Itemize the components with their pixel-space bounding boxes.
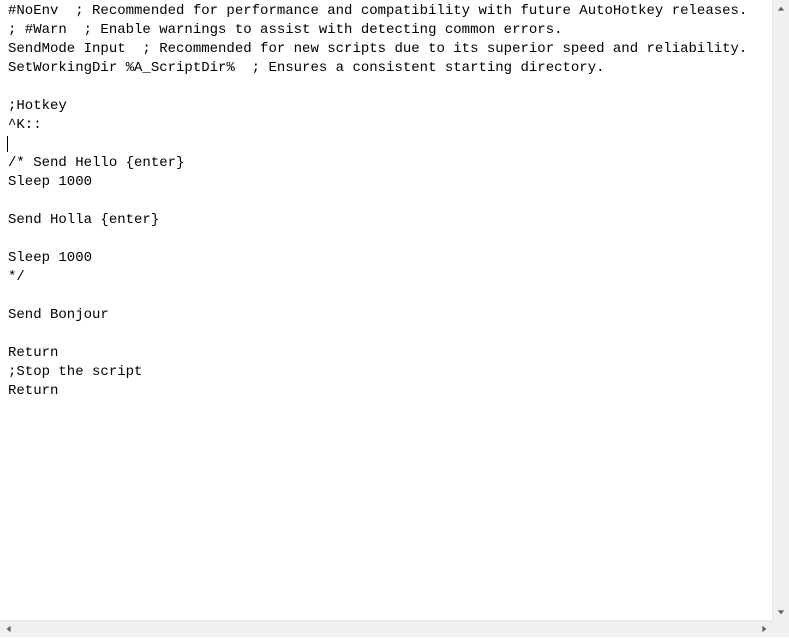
code-line: Send Bonjour bbox=[8, 306, 781, 325]
code-line: ;Hotkey bbox=[8, 97, 781, 116]
code-line: /* Send Hello {enter} bbox=[8, 154, 781, 173]
scroll-down-arrow-icon[interactable] bbox=[773, 603, 789, 620]
code-line bbox=[8, 287, 781, 306]
code-line: Return bbox=[8, 344, 781, 363]
code-line: ;Stop the script bbox=[8, 363, 781, 382]
text-cursor bbox=[7, 136, 8, 152]
code-line: Return bbox=[8, 382, 781, 401]
code-line bbox=[8, 325, 781, 344]
scroll-left-arrow-icon[interactable] bbox=[0, 621, 17, 638]
code-line bbox=[8, 230, 781, 249]
code-line: SetWorkingDir %A_ScriptDir% ; Ensures a … bbox=[8, 59, 781, 78]
vertical-scrollbar[interactable] bbox=[772, 0, 789, 620]
editor-container: #NoEnv ; Recommended for performance and… bbox=[0, 0, 789, 637]
code-line: Send Holla {enter} bbox=[8, 211, 781, 230]
code-editor[interactable]: #NoEnv ; Recommended for performance and… bbox=[0, 0, 789, 637]
code-line: */ bbox=[8, 268, 781, 287]
code-line bbox=[8, 135, 781, 154]
code-line: SendMode Input ; Recommended for new scr… bbox=[8, 40, 781, 59]
horizontal-scrollbar[interactable] bbox=[0, 620, 772, 637]
code-line: ; #Warn ; Enable warnings to assist with… bbox=[8, 21, 781, 40]
code-line bbox=[8, 192, 781, 211]
code-line: #NoEnv ; Recommended for performance and… bbox=[8, 2, 781, 21]
scroll-right-arrow-icon[interactable] bbox=[755, 621, 772, 638]
code-line: Sleep 1000 bbox=[8, 249, 781, 268]
code-line bbox=[8, 78, 781, 97]
scroll-up-arrow-icon[interactable] bbox=[773, 0, 789, 17]
code-line: Sleep 1000 bbox=[8, 173, 781, 192]
scroll-corner bbox=[772, 620, 789, 637]
code-line: ^K:: bbox=[8, 116, 781, 135]
